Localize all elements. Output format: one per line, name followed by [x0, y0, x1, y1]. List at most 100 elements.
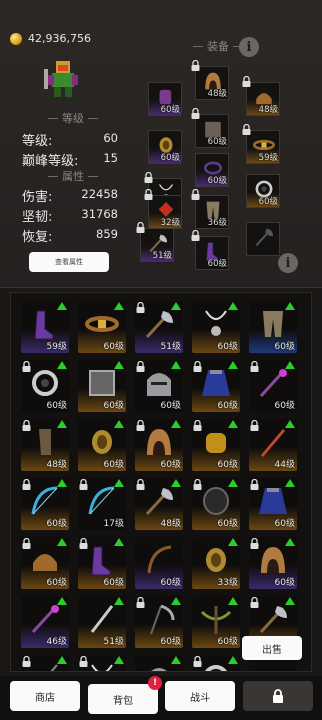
earring-slot[interactable]: 32级 — [148, 195, 182, 229]
boots-slot[interactable]: 60级 — [195, 236, 229, 270]
upgrade-arrow-icon — [171, 302, 181, 310]
inventory-item[interactable]: 51级 — [135, 301, 183, 353]
inventory-item[interactable]: 60级 — [192, 360, 240, 412]
item-level: 60级 — [274, 342, 295, 352]
inventory-item[interactable]: 44级 — [249, 419, 297, 471]
lock-icon — [136, 361, 145, 372]
inventory-item[interactable]: 60级 — [21, 360, 69, 412]
boots-icon — [34, 310, 54, 340]
inventory-item[interactable]: 60级 — [249, 301, 297, 353]
inventory-item[interactable] — [78, 655, 126, 671]
upgrade-arrow-icon — [57, 538, 67, 546]
lock-icon — [191, 230, 200, 241]
inventory-item[interactable] — [192, 655, 240, 671]
recovery-value: 859 — [96, 227, 118, 241]
slot-level: 60级 — [160, 105, 180, 115]
bracer-slot[interactable]: 60级 — [148, 130, 182, 164]
inventory-item[interactable]: 17级 — [78, 478, 126, 530]
slot-level: 60级 — [258, 197, 278, 207]
upgrade-arrow-icon — [228, 420, 238, 428]
chest-slot[interactable]: 60级 — [195, 114, 229, 148]
offhand-slot[interactable] — [246, 222, 280, 256]
inventory-item[interactable]: 46级 — [21, 596, 69, 648]
upgrade-arrow-icon — [57, 479, 67, 487]
sell-button[interactable]: 出售 — [242, 636, 302, 660]
inventory-item[interactable]: 60级 — [78, 419, 126, 471]
hand-slot[interactable]: 60级 — [148, 82, 182, 116]
tab-shop[interactable]: 商店 — [10, 681, 80, 711]
inventory-item[interactable]: 60级 — [21, 537, 69, 589]
cape-icon — [202, 370, 230, 396]
shoulder-slot[interactable]: 48级 — [246, 82, 280, 116]
cape-icon — [259, 488, 287, 514]
upgrade-arrow-icon — [114, 361, 124, 369]
view-attributes-button[interactable]: 查看属性 — [29, 252, 109, 272]
inventory-item[interactable]: 33级 — [192, 537, 240, 589]
upgrade-arrow-icon — [57, 656, 67, 664]
upgrade-arrow-icon — [114, 538, 124, 546]
inventory-item[interactable]: 48级 — [21, 419, 69, 471]
inventory-item[interactable]: 60级 — [192, 301, 240, 353]
inventory-item[interactable]: 60级 — [192, 596, 240, 648]
tab-battle[interactable]: 战斗 — [165, 681, 235, 711]
inventory-item[interactable]: 60级 — [21, 478, 69, 530]
item-level: 33级 — [217, 578, 238, 588]
toughness-value: 31768 — [81, 207, 118, 221]
inventory-item[interactable]: 60级 — [78, 301, 126, 353]
pants-slot[interactable]: 36级 — [195, 195, 229, 229]
gold-display: 42,936,756 — [10, 32, 91, 45]
mainhand-slot[interactable]: 51级 — [140, 228, 174, 262]
shield-icon — [203, 487, 229, 515]
blue-bow-icon — [88, 486, 115, 515]
inventory-item[interactable]: 60级 — [135, 596, 183, 648]
inventory-item[interactable]: 60级 — [135, 537, 183, 589]
item-level: 60级 — [160, 637, 181, 647]
hood-icon — [261, 547, 285, 573]
cloak-slot[interactable]: 60级 — [195, 153, 229, 187]
bag-alert-badge: ! — [148, 676, 162, 690]
lock-icon — [22, 420, 31, 431]
recovery-row: 恢复: 859 — [22, 226, 118, 245]
inventory-item[interactable]: 60级 — [249, 360, 297, 412]
belt-slot[interactable]: 59级 — [246, 130, 280, 164]
item-level: 60级 — [103, 460, 124, 470]
info-icon[interactable]: i — [278, 253, 298, 273]
upgrade-arrow-icon — [285, 538, 295, 546]
inventory-item[interactable]: 51级 — [78, 596, 126, 648]
ring-icon — [32, 370, 58, 396]
inventory-item[interactable]: 48级 — [135, 478, 183, 530]
tab-bag[interactable]: 背包 — [88, 684, 158, 714]
upgrade-arrow-icon — [171, 597, 181, 605]
inventory-item[interactable]: 60级 — [249, 478, 297, 530]
inventory-item[interactable]: 60级 — [192, 419, 240, 471]
inventory-item[interactable]: 60级 — [192, 478, 240, 530]
scythe-icon — [150, 604, 175, 635]
ring-slot[interactable]: 60级 — [246, 174, 280, 208]
helmet-slot[interactable]: 48级 — [195, 66, 229, 100]
hero-avatar[interactable] — [40, 55, 88, 103]
item-level: 60级 — [274, 519, 295, 529]
inventory-item[interactable]: 60级 — [78, 360, 126, 412]
slot-level: 60级 — [207, 259, 227, 269]
lock-icon — [22, 656, 31, 667]
inventory-item[interactable] — [21, 655, 69, 671]
inventory-item[interactable]: 60级 — [78, 537, 126, 589]
info-icon[interactable]: i — [239, 37, 259, 57]
upgrade-arrow-icon — [285, 597, 295, 605]
pants-icon — [263, 311, 283, 337]
inventory-item[interactable]: 59级 — [21, 301, 69, 353]
peak-level-value: 15 — [103, 151, 118, 165]
tab-locked[interactable] — [243, 681, 313, 711]
damage-label: 伤害: — [22, 190, 53, 205]
gold-amount: 42,936,756 — [28, 32, 91, 45]
inventory-item[interactable]: 60级 — [135, 419, 183, 471]
upgrade-arrow-icon — [228, 302, 238, 310]
inventory-item[interactable] — [135, 655, 183, 671]
lock-icon — [250, 538, 259, 549]
inventory-item[interactable]: 60级 — [135, 360, 183, 412]
lock-icon — [22, 361, 31, 372]
inventory-item[interactable]: 60级 — [249, 537, 297, 589]
gold-coin-icon — [10, 32, 22, 45]
inventory-grid[interactable]: 59级 60级 51级 60级 60级 60级 60级 60级 60级 60级 48级 6… — [10, 292, 312, 672]
toughness-row: 坚韧: 31768 — [22, 206, 118, 225]
